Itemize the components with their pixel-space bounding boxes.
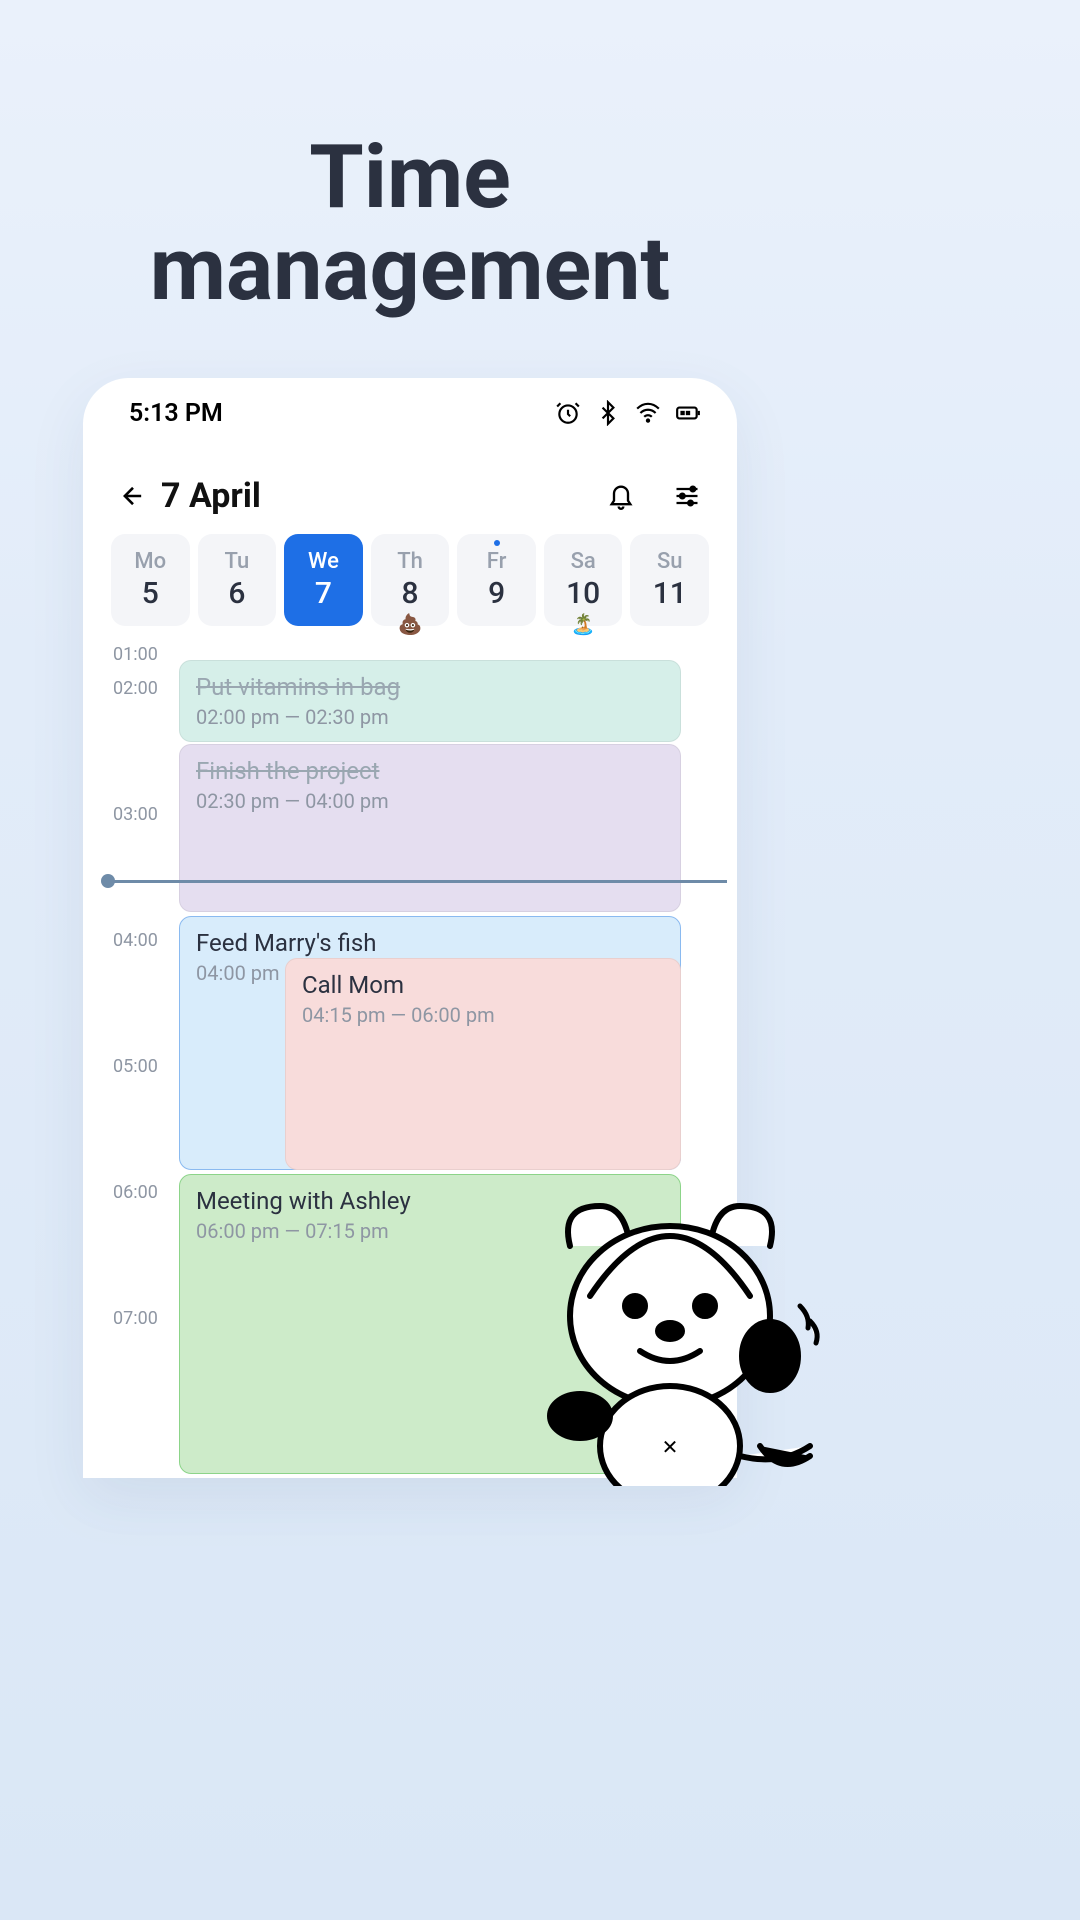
week-strip: Mo5Tu6We7Th8💩Fr9Sa10🏝️Su11 xyxy=(83,526,737,640)
day-pill-tu[interactable]: Tu6 xyxy=(198,534,277,626)
day-pill-fr[interactable]: Fr9 xyxy=(457,534,536,626)
bluetooth-icon xyxy=(595,400,621,426)
app-header: 7 April xyxy=(83,448,737,526)
current-time-line xyxy=(105,880,727,883)
day-number: 8 xyxy=(401,576,418,611)
day-number: 10 xyxy=(566,576,600,611)
bell-icon xyxy=(607,482,635,510)
day-number: 7 xyxy=(315,576,332,611)
event-title: Finish the project xyxy=(196,757,664,785)
hour-label: 01:00 xyxy=(113,644,158,665)
current-time-dot xyxy=(101,874,115,888)
event-time: 02:30 pm — 04:00 pm xyxy=(196,789,664,813)
battery-icon xyxy=(675,400,701,426)
event-time: 04:15 pm — 06:00 pm xyxy=(302,1003,664,1027)
status-bar: 5:13 PM xyxy=(83,378,737,448)
header-actions xyxy=(601,476,707,516)
day-pill-su[interactable]: Su11 xyxy=(630,534,709,626)
filter-button[interactable] xyxy=(667,476,707,516)
mascot-illustration: ✕ xyxy=(510,1186,830,1486)
day-indicator-dot xyxy=(494,540,500,546)
status-icons xyxy=(555,400,701,426)
back-button[interactable] xyxy=(113,476,153,516)
day-emoji: 💩 xyxy=(398,612,423,636)
headline-line-2: management xyxy=(150,218,670,321)
hour-label: 05:00 xyxy=(113,1056,158,1077)
notifications-button[interactable] xyxy=(601,476,641,516)
day-abbr: Fr xyxy=(487,549,507,574)
day-pill-mo[interactable]: Mo5 xyxy=(111,534,190,626)
wifi-signal-icon xyxy=(635,400,661,426)
arrow-left-icon xyxy=(119,482,147,510)
day-pill-we[interactable]: We7 xyxy=(284,534,363,626)
day-abbr: Th xyxy=(397,549,423,574)
calendar-event[interactable]: Finish the project 02:30 pm — 04:00 pm xyxy=(179,744,681,912)
day-abbr: Su xyxy=(657,549,683,574)
calendar-event[interactable]: Call Mom 04:15 pm — 06:00 pm xyxy=(285,958,681,1170)
day-emoji: 🏝️ xyxy=(571,612,596,636)
headline-line-1: Time xyxy=(309,126,511,229)
hour-label: 02:00 xyxy=(113,678,158,699)
date-title: 7 April xyxy=(161,476,261,516)
svg-text:✕: ✕ xyxy=(662,1435,679,1459)
day-number: 6 xyxy=(228,576,245,611)
event-title: Put vitamins in bag xyxy=(196,673,664,701)
day-abbr: Mo xyxy=(134,549,166,574)
day-number: 11 xyxy=(653,576,687,611)
hour-label: 07:00 xyxy=(113,1308,158,1329)
sliders-icon xyxy=(673,482,701,510)
day-pill-sa[interactable]: Sa10🏝️ xyxy=(544,534,623,626)
calendar-event[interactable]: Put vitamins in bag 02:00 pm — 02:30 pm xyxy=(179,660,681,742)
event-title: Call Mom xyxy=(302,971,664,999)
day-number: 5 xyxy=(142,576,159,611)
hour-label: 06:00 xyxy=(113,1182,158,1203)
hour-label: 04:00 xyxy=(113,930,158,951)
alarm-icon xyxy=(555,400,581,426)
event-title: Feed Marry's fish xyxy=(196,929,664,957)
day-abbr: We xyxy=(308,549,339,574)
day-pill-th[interactable]: Th8💩 xyxy=(371,534,450,626)
hour-label: 03:00 xyxy=(113,804,158,825)
event-time: 02:00 pm — 02:30 pm xyxy=(196,705,664,729)
status-time: 5:13 PM xyxy=(129,399,223,428)
marketing-headline: Time management xyxy=(0,0,820,315)
day-number: 9 xyxy=(488,576,505,611)
day-abbr: Sa xyxy=(571,549,596,574)
day-abbr: Tu xyxy=(224,549,249,574)
